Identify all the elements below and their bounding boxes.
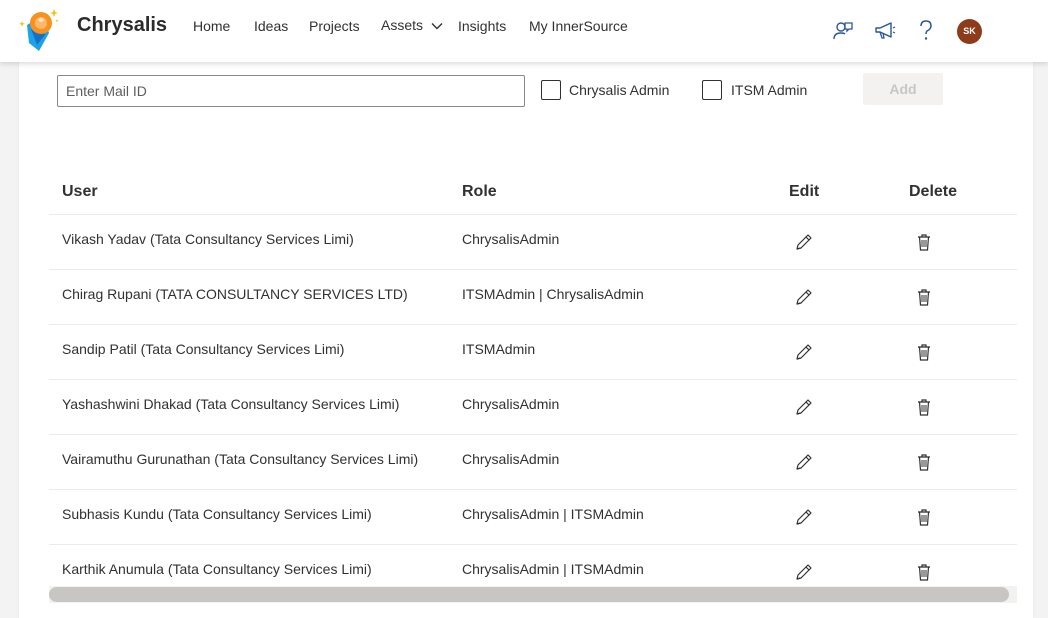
table-row: Vairamuthu Gurunathan (Tata Consultancy … bbox=[49, 435, 1017, 490]
pencil-icon[interactable] bbox=[793, 451, 815, 473]
pencil-icon[interactable] bbox=[793, 231, 815, 253]
pencil-icon[interactable] bbox=[793, 506, 815, 528]
add-button[interactable]: Add bbox=[863, 73, 943, 105]
table-row: Vikash Yadav (Tata Consultancy Services … bbox=[49, 215, 1017, 270]
role-cell: ChrysalisAdmin bbox=[462, 231, 560, 247]
pencil-icon[interactable] bbox=[793, 396, 815, 418]
role-cell: ChrysalisAdmin | ITSMAdmin bbox=[462, 506, 644, 522]
user-cell: Sandip Patil (Tata Consultancy Services … bbox=[62, 341, 345, 357]
column-header-role: Role bbox=[462, 183, 497, 200]
pencil-icon[interactable] bbox=[793, 341, 815, 363]
user-cell: Vairamuthu Gurunathan (Tata Consultancy … bbox=[62, 451, 419, 467]
nav-assets-label: Assets bbox=[381, 17, 424, 33]
trash-icon[interactable] bbox=[913, 561, 935, 583]
pencil-icon[interactable] bbox=[793, 561, 815, 583]
feedback-icon[interactable] bbox=[832, 19, 854, 41]
user-cell: Yashashwini Dhakad (Tata Consultancy Ser… bbox=[62, 396, 400, 412]
role-cell: ITSMAdmin | ChrysalisAdmin bbox=[462, 286, 644, 302]
trash-icon[interactable] bbox=[913, 286, 935, 308]
column-header-edit: Edit bbox=[789, 183, 820, 200]
horizontal-scrollbar-thumb[interactable] bbox=[49, 587, 1009, 602]
role-cell: ChrysalisAdmin bbox=[462, 451, 560, 467]
column-header-user: User bbox=[62, 183, 98, 200]
top-navigation-bar: Chrysalis Home Ideas Projects Assets Ins… bbox=[0, 0, 1048, 62]
nav-ideas[interactable]: Ideas bbox=[254, 18, 288, 34]
user-cell: Subhasis Kundu (Tata Consultancy Service… bbox=[62, 506, 372, 522]
role-cell: ITSMAdmin bbox=[462, 341, 536, 357]
trash-icon[interactable] bbox=[913, 506, 935, 528]
trash-icon[interactable] bbox=[913, 341, 935, 363]
user-avatar[interactable]: SK bbox=[957, 19, 982, 44]
nav-my-innersource[interactable]: My InnerSource bbox=[529, 18, 628, 34]
brand-name[interactable]: Chrysalis bbox=[77, 14, 167, 37]
chrysalis-logo[interactable] bbox=[17, 3, 65, 55]
nav-assets[interactable]: Assets bbox=[381, 17, 443, 33]
megaphone-icon[interactable] bbox=[874, 19, 896, 41]
role-cell: ChrysalisAdmin bbox=[462, 396, 560, 412]
user-cell: Chirag Rupani (TATA CONSULTANCY SERVICES… bbox=[62, 286, 408, 302]
nav-home[interactable]: Home bbox=[193, 18, 230, 34]
nav-insights[interactable]: Insights bbox=[458, 18, 506, 34]
trash-icon[interactable] bbox=[913, 231, 935, 253]
table-row: Sandip Patil (Tata Consultancy Services … bbox=[49, 325, 1017, 380]
role-cell: ChrysalisAdmin | ITSMAdmin bbox=[462, 561, 644, 577]
trash-icon[interactable] bbox=[913, 396, 935, 418]
pencil-icon[interactable] bbox=[793, 286, 815, 308]
chevron-down-icon bbox=[431, 23, 443, 30]
chrysalis-admin-label[interactable]: Chrysalis Admin bbox=[569, 82, 669, 98]
mail-id-input[interactable] bbox=[57, 75, 525, 107]
help-icon[interactable] bbox=[915, 19, 937, 41]
itsm-admin-label[interactable]: ITSM Admin bbox=[731, 82, 807, 98]
column-header-delete: Delete bbox=[909, 183, 958, 200]
nav-projects[interactable]: Projects bbox=[309, 18, 360, 34]
table-row: Chirag Rupani (TATA CONSULTANCY SERVICES… bbox=[49, 270, 1017, 325]
user-cell: Vikash Yadav (Tata Consultancy Services … bbox=[62, 231, 354, 247]
table-row: Yashashwini Dhakad (Tata Consultancy Ser… bbox=[49, 380, 1017, 435]
trash-icon[interactable] bbox=[913, 451, 935, 473]
user-cell: Karthik Anumula (Tata Consultancy Servic… bbox=[62, 561, 372, 577]
chrysalis-admin-checkbox[interactable] bbox=[541, 80, 561, 100]
table-row: Subhasis Kundu (Tata Consultancy Service… bbox=[49, 490, 1017, 545]
itsm-admin-checkbox[interactable] bbox=[702, 80, 722, 100]
